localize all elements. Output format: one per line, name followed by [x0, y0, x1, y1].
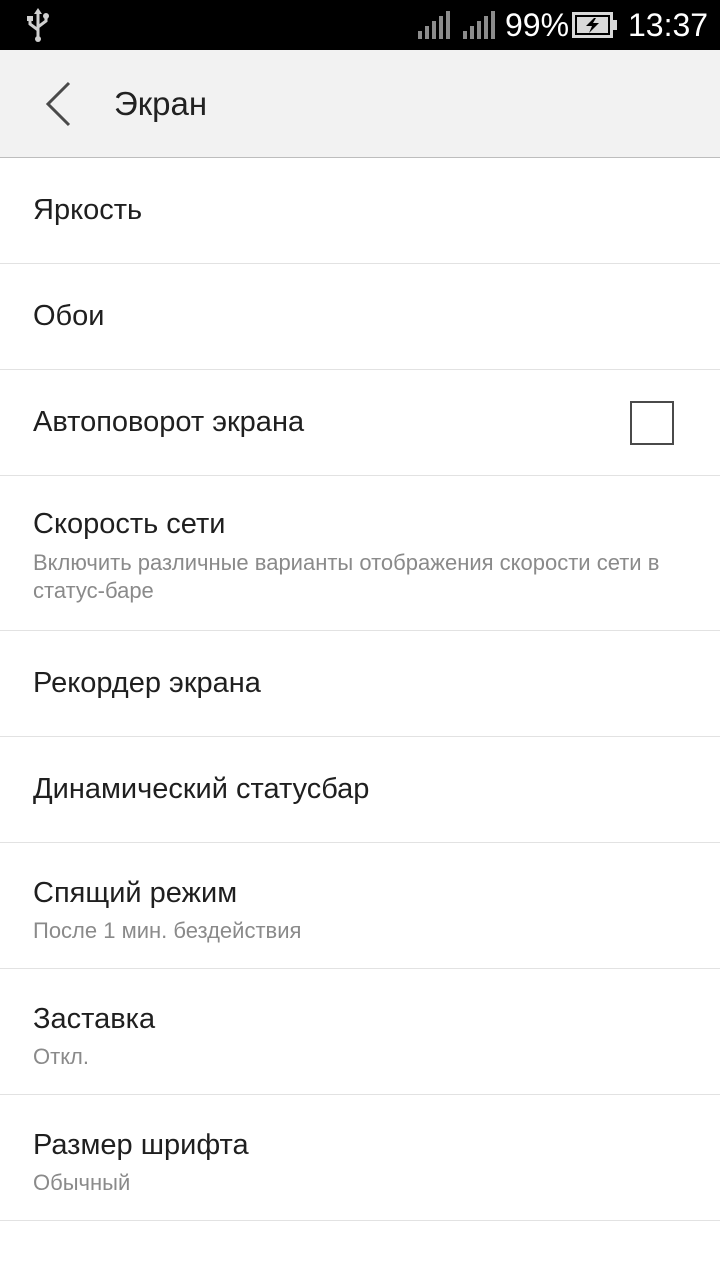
setting-brightness[interactable]: Яркость	[0, 158, 720, 264]
setting-title: Рекордер экрана	[33, 667, 261, 699]
usb-icon	[27, 8, 49, 42]
clock: 13:37	[628, 7, 709, 43]
setting-summary: После 1 мин. бездействия	[33, 918, 302, 943]
setting-screen-recorder[interactable]: Рекордер экрана	[0, 631, 720, 737]
setting-title: Автоповорот экрана	[33, 406, 305, 438]
status-bar: 99% 13:37	[0, 0, 720, 50]
setting-title: Яркость	[33, 194, 143, 226]
setting-summary: Откл.	[33, 1044, 90, 1069]
page-title: Экран	[114, 85, 208, 122]
setting-wallpaper[interactable]: Обои	[0, 264, 720, 370]
setting-title: Спящий режим	[33, 877, 238, 909]
battery-charging-icon	[572, 12, 617, 38]
setting-title: Скорость сети	[33, 508, 226, 540]
setting-font-size[interactable]: Размер шрифта Обычный	[0, 1095, 720, 1221]
app-bar: Экран	[0, 50, 720, 158]
setting-sleep[interactable]: Спящий режим После 1 мин. бездействия	[0, 843, 720, 969]
setting-summary: Обычный	[33, 1170, 131, 1195]
signal-icon	[463, 11, 495, 39]
setting-title: Динамический статусбар	[33, 773, 370, 805]
setting-auto-rotate[interactable]: Автоповорот экрана	[0, 370, 720, 476]
setting-dynamic-statusbar[interactable]: Динамический статусбар	[0, 737, 720, 843]
setting-network-speed[interactable]: Скорость сети Включить различные вариант…	[0, 476, 720, 631]
setting-daydream[interactable]: Заставка Откл.	[0, 969, 720, 1095]
signal-icon	[418, 11, 450, 39]
battery-percent: 99%	[505, 7, 570, 43]
auto-rotate-checkbox[interactable]	[630, 401, 674, 445]
setting-title: Размер шрифта	[33, 1129, 249, 1161]
setting-summary: Включить различные варианты отображения …	[33, 550, 660, 603]
back-button[interactable]	[28, 70, 88, 138]
setting-title: Заставка	[33, 1003, 156, 1035]
settings-list: Яркость Обои Автоповорот экрана Скорость…	[0, 158, 720, 1221]
setting-title: Обои	[33, 300, 105, 332]
back-arrow-icon	[45, 81, 71, 127]
